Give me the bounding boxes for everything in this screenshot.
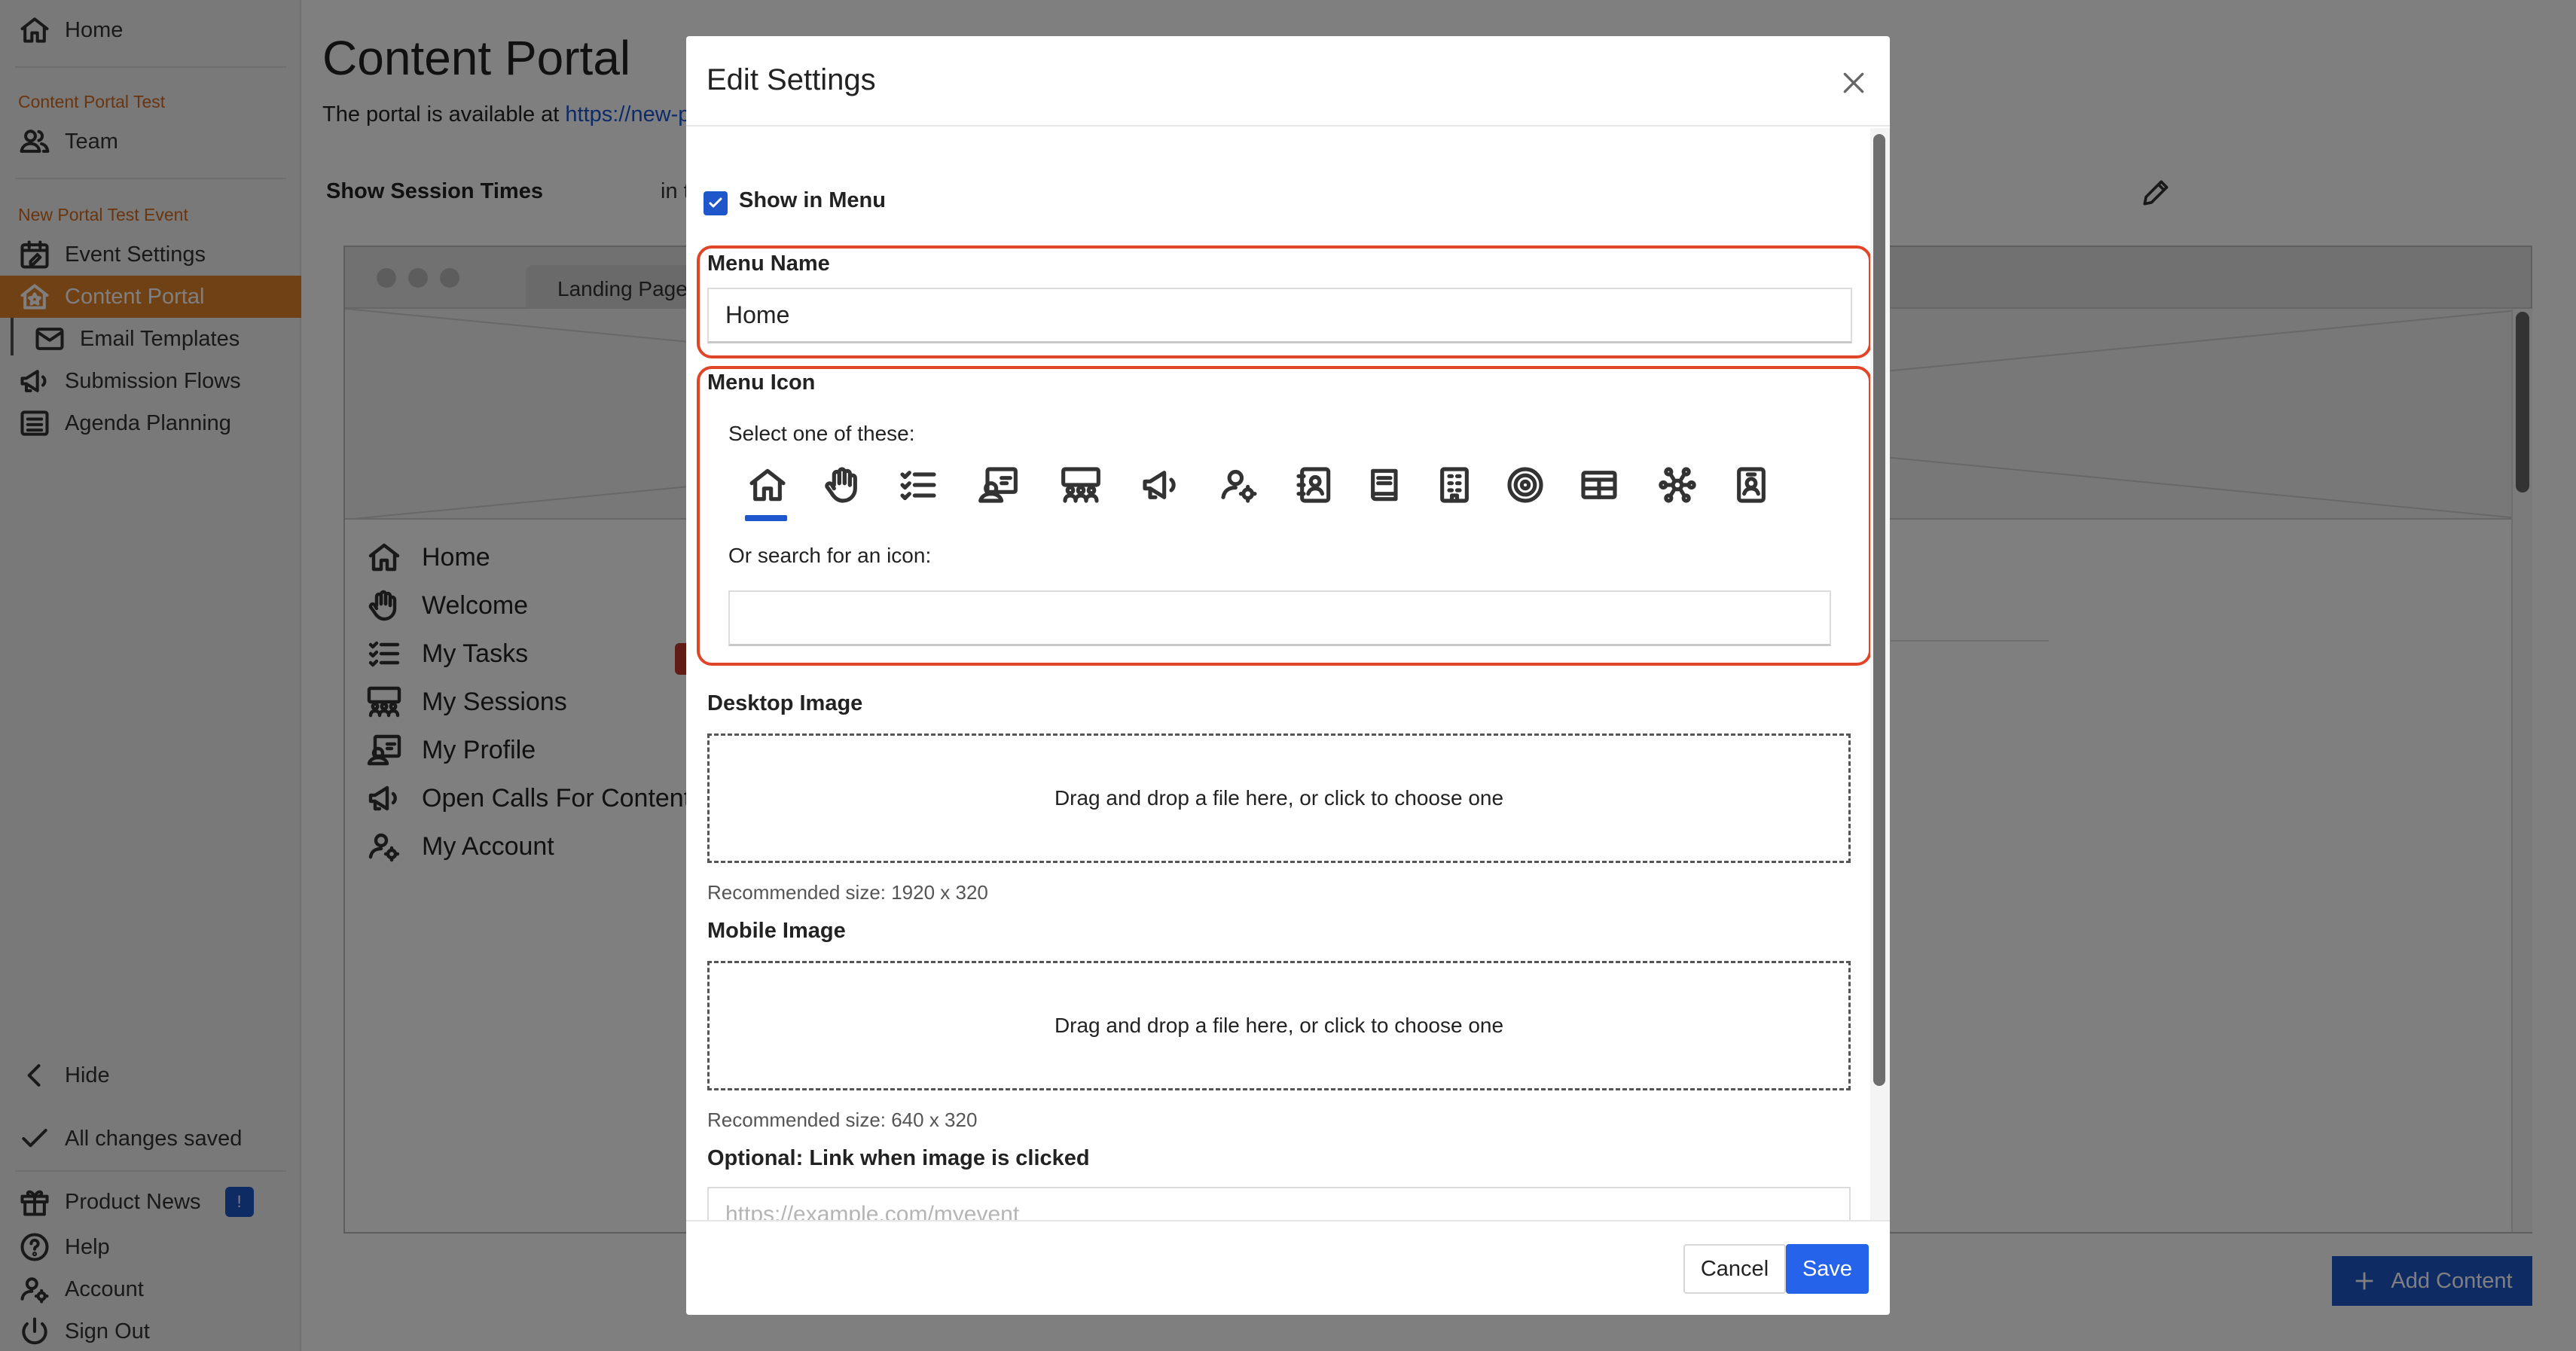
desktop-image-label: Desktop Image [707, 691, 863, 715]
desktop-recommended-size: Recommended size: 1920 x 320 [707, 881, 988, 904]
mobile-image-label: Mobile Image [707, 919, 846, 943]
task-list-icon[interactable] [888, 455, 948, 515]
image-link-label: Optional: Link when image is clicked [707, 1146, 1090, 1170]
network-icon[interactable] [1647, 455, 1708, 515]
home-icon[interactable] [737, 455, 798, 521]
desktop-image-dropzone[interactable]: Drag and drop a file here, or click to c… [707, 733, 1851, 863]
show-in-menu-checkbox[interactable] [704, 191, 728, 215]
save-button[interactable]: Save [1786, 1244, 1869, 1294]
megaphone-icon[interactable] [1131, 455, 1191, 515]
image-link-input[interactable]: https://example.com/myevent [707, 1187, 1851, 1220]
icon-picker [737, 455, 1852, 523]
hand-wave-icon[interactable] [813, 455, 873, 515]
mobile-image-dropzone[interactable]: Drag and drop a file here, or click to c… [707, 961, 1851, 1090]
icon-search-input[interactable] [728, 590, 1831, 646]
modal-footer: Cancel Save [686, 1220, 1890, 1315]
close-icon[interactable] [1839, 68, 1869, 98]
user-gear-icon[interactable] [1209, 455, 1269, 515]
select-icon-hint: Select one of these: [728, 422, 915, 445]
edit-settings-modal: Edit Settings Show in Menu Menu Name Hom… [686, 36, 1890, 1315]
icon-search-hint: Or search for an icon: [728, 544, 932, 567]
building-icon[interactable] [1424, 455, 1485, 515]
modal-body: Show in Menu Menu Name Home Menu Icon Se… [686, 128, 1890, 1220]
menu-icon-label: Menu Icon [707, 371, 816, 395]
target-icon[interactable] [1495, 455, 1555, 515]
modal-scroll-thumb[interactable] [1873, 134, 1885, 1086]
table-icon[interactable] [1569, 455, 1629, 515]
show-in-menu-label: Show in Menu [739, 188, 886, 212]
contact-book-icon[interactable] [1284, 455, 1344, 515]
cancel-button[interactable]: Cancel [1683, 1244, 1786, 1294]
modal-header: Edit Settings [686, 36, 1890, 127]
id-badge-icon[interactable] [1721, 455, 1781, 515]
mobile-recommended-size: Recommended size: 640 x 320 [707, 1109, 978, 1131]
modal-title: Edit Settings [707, 63, 876, 96]
menu-name-input[interactable]: Home [707, 288, 1852, 343]
sessions-group-icon[interactable] [1051, 455, 1111, 515]
checkmark-icon [709, 197, 722, 208]
profile-card-icon[interactable] [968, 455, 1028, 515]
book-icon[interactable] [1355, 455, 1415, 515]
menu-name-label: Menu Name [707, 252, 830, 276]
